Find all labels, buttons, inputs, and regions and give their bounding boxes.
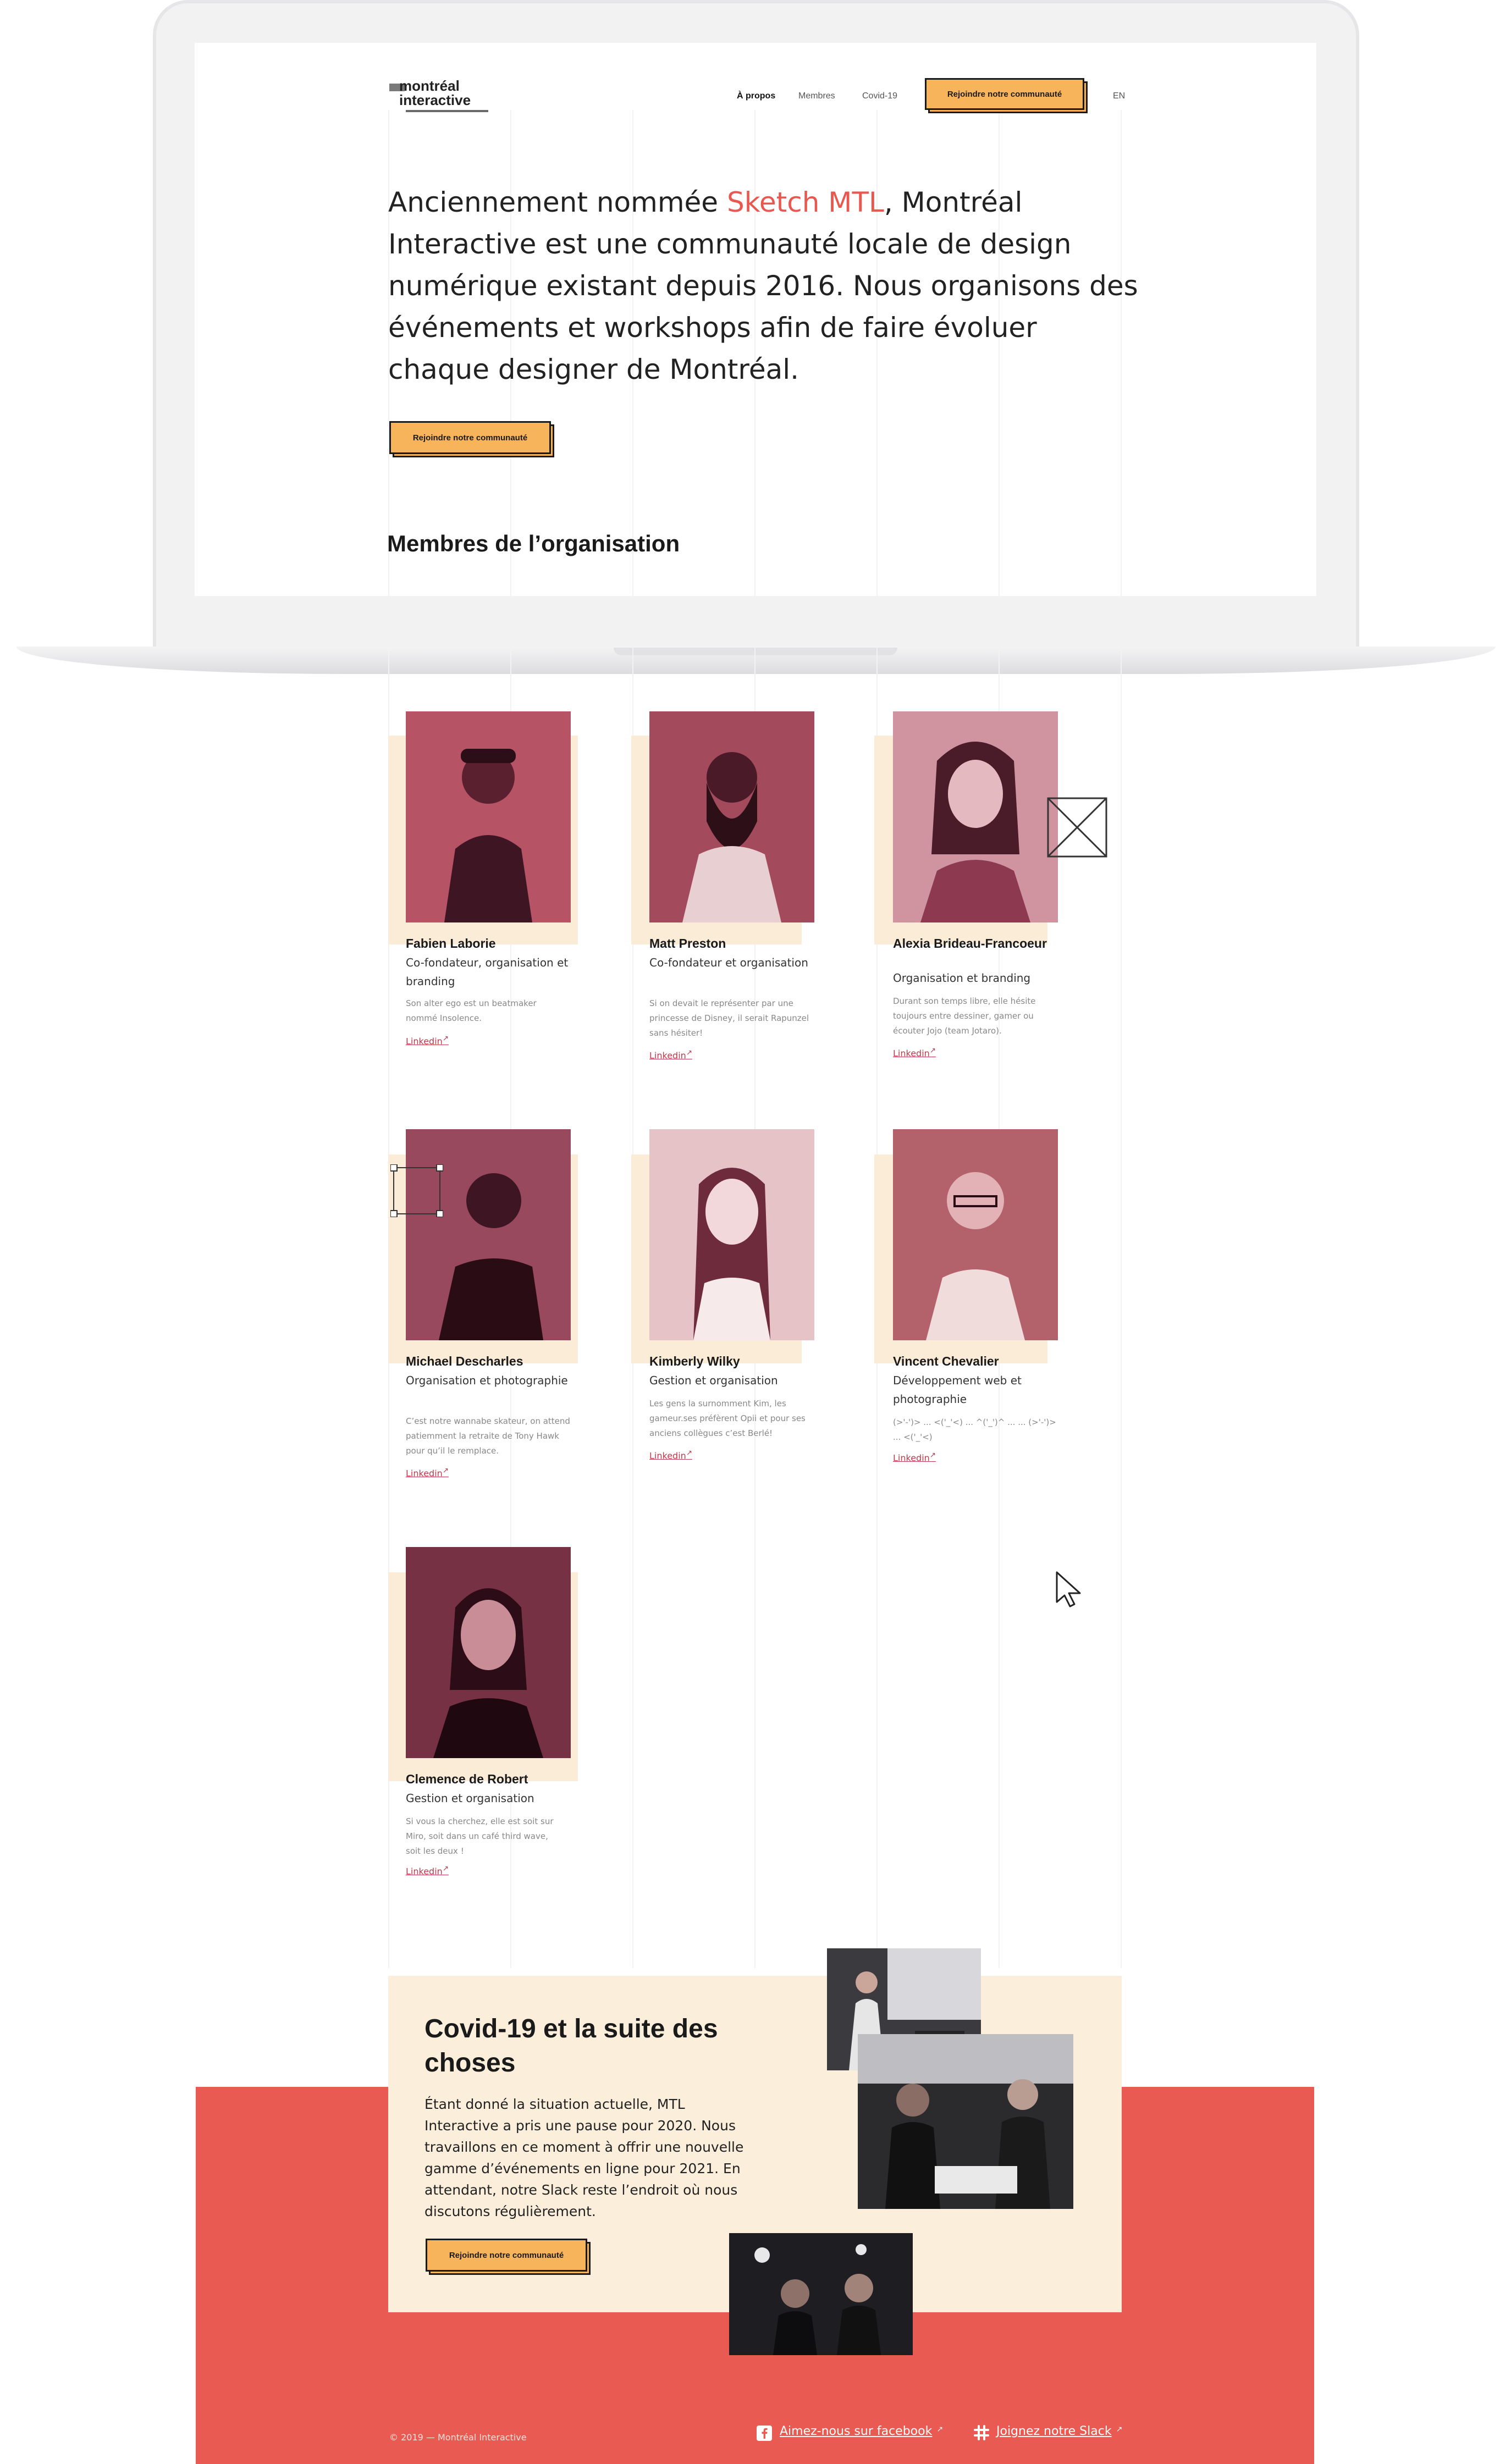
logo-text-1: montréal	[399, 78, 460, 94]
member-linkedin-link[interactable]: Linkedin↗	[649, 1449, 692, 1461]
covid-text: Étant donné la situation actuelle, MTL I…	[424, 2096, 744, 2219]
hero-join-button[interactable]: Rejoindre notre communauté	[389, 421, 551, 454]
event-photo	[729, 2233, 913, 2355]
member-bio: (>'-')> ... <('_'<) ... ^('_')^ ... ... …	[893, 1417, 1056, 1442]
member-name: Vincent Chevalier	[893, 1354, 999, 1368]
member-bio: C’est notre wannabe skateur, on attend p…	[406, 1416, 570, 1456]
hero-accent-link[interactable]: Sketch MTL	[727, 186, 884, 218]
member-photo	[649, 1129, 814, 1340]
member-role: Organisation et photographie	[406, 1374, 568, 1387]
event-photo	[858, 2034, 1073, 2209]
member-bio: Durant son temps libre, elle hésite touj…	[893, 996, 1036, 1036]
facebook-icon	[757, 2426, 772, 2441]
member-role: Co-fondateur et organisation	[649, 956, 808, 969]
cursor-icon	[1055, 1570, 1084, 1609]
lang-switch[interactable]: EN	[1113, 91, 1125, 101]
header-join-button[interactable]: Rejoindre notre communauté	[925, 78, 1084, 110]
covid-join-button[interactable]: Rejoindre notre communauté	[426, 2239, 587, 2272]
logo-underline	[406, 110, 488, 112]
member-name: Michael Descharles	[406, 1354, 523, 1368]
member-linkedin-link[interactable]: Linkedin↗	[649, 1049, 692, 1060]
member-role: Développement web et photographie	[893, 1374, 1022, 1406]
member-bio: Son alter ego est un beatmaker nommé Ins…	[406, 998, 537, 1023]
member-linkedin-link[interactable]: Linkedin↗	[406, 1035, 449, 1046]
nav-membres[interactable]: Membres	[798, 91, 835, 101]
member-name: Kimberly Wilky	[649, 1354, 740, 1368]
nav-covid[interactable]: Covid-19	[862, 91, 897, 101]
member-linkedin-link[interactable]: Linkedin↗	[893, 1047, 936, 1058]
member-photo	[406, 1129, 571, 1340]
member-photo	[406, 711, 571, 922]
member-photo	[649, 711, 814, 922]
image-placeholder-icon	[1047, 797, 1107, 858]
member-linkedin-link[interactable]: Linkedin↗	[893, 1451, 936, 1463]
member-name: Clemence de Robert	[406, 1772, 528, 1786]
logo-text-2: interactive	[399, 92, 471, 108]
facebook-link[interactable]: Aimez-nous sur facebook ↗	[780, 2424, 943, 2438]
logo[interactable]: montréal interactive	[389, 77, 505, 115]
member-linkedin-link[interactable]: Linkedin↗	[406, 1467, 449, 1478]
hero-text: Anciennement nommée Sketch MTL, Montréal…	[388, 186, 1138, 385]
member-photo	[893, 711, 1058, 922]
laptop-notch	[614, 648, 897, 655]
slack-link[interactable]: Joignez notre Slack ↗	[996, 2424, 1122, 2438]
covid-title: Covid-19 et la suite des choses	[424, 2014, 718, 2078]
member-linkedin-link[interactable]: Linkedin↗	[406, 1865, 449, 1876]
member-photo	[406, 1547, 571, 1758]
slack-icon	[973, 2424, 990, 2441]
selection-box-icon	[390, 1164, 444, 1218]
member-role: Gestion et organisation	[649, 1374, 778, 1387]
member-role: Gestion et organisation	[406, 1792, 534, 1805]
members-title: Membres de l’organisation	[387, 531, 680, 556]
member-bio: Les gens la surnomment Kim, les gameur.s…	[649, 1399, 806, 1438]
member-role: Organisation et branding	[893, 971, 1031, 985]
member-name: Matt Preston	[649, 936, 726, 951]
nav-a-propos[interactable]: À propos	[737, 91, 775, 101]
member-name: Alexia Brideau-Francoeur	[893, 936, 1047, 951]
member-name: Fabien Laborie	[406, 936, 496, 951]
copyright: © 2019 — Montréal Interactive	[389, 2432, 527, 2443]
member-photo	[893, 1129, 1058, 1340]
member-bio: Si vous la cherchez, elle est soit sur M…	[406, 1816, 554, 1856]
member-role: Co-fondateur, organisation et branding	[406, 956, 569, 988]
member-bio: Si on devait le représenter par une prin…	[649, 998, 809, 1038]
